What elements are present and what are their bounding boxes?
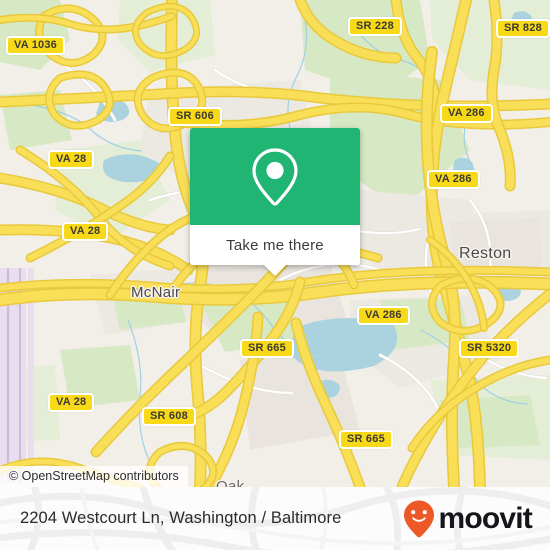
road-shield: VA 28 bbox=[48, 393, 95, 412]
popup-header bbox=[190, 128, 360, 225]
road-shield: SR 5320 bbox=[459, 339, 520, 358]
moovit-logo[interactable]: moovit bbox=[402, 499, 533, 539]
place-label-mcnair: McNair bbox=[131, 284, 181, 301]
road-shield: VA 28 bbox=[62, 222, 109, 241]
osm-attribution[interactable]: © OpenStreetMap contributors bbox=[0, 466, 188, 487]
place-label-oak: Oak bbox=[216, 478, 245, 487]
road-shield: SR 606 bbox=[168, 107, 222, 126]
moovit-pin-icon bbox=[404, 500, 435, 537]
road-shield: SR 665 bbox=[339, 430, 393, 449]
road-shield: SR 665 bbox=[240, 339, 294, 358]
road-shield: VA 286 bbox=[427, 170, 480, 189]
location-popup[interactable]: Take me there bbox=[190, 128, 360, 276]
moovit-wordmark: moovit bbox=[438, 501, 532, 535]
road-shield: SR 828 bbox=[496, 19, 550, 38]
road-shield: VA 286 bbox=[357, 306, 410, 325]
popup-pointer bbox=[263, 264, 287, 276]
road-shield: VA 286 bbox=[440, 104, 493, 123]
address-text: 2204 Westcourt Ln, Washington / Baltimor… bbox=[20, 509, 342, 527]
moovit-map-share-card: .land { fill:#f2efe9; } .green { fill:#d… bbox=[0, 0, 550, 550]
road-shield: VA 28 bbox=[48, 150, 95, 169]
road-shield: VA 1036 bbox=[6, 36, 65, 55]
road-shield: SR 228 bbox=[348, 17, 402, 36]
popup-footer[interactable]: Take me there bbox=[190, 225, 360, 265]
take-me-there-label: Take me there bbox=[226, 236, 324, 254]
road-shield: SR 608 bbox=[142, 407, 196, 426]
map-canvas[interactable]: .land { fill:#f2efe9; } .green { fill:#d… bbox=[0, 0, 550, 487]
footer-bar: 2204 Westcourt Ln, Washington / Baltimor… bbox=[0, 487, 550, 550]
footer-content: 2204 Westcourt Ln, Washington / Baltimor… bbox=[0, 487, 550, 550]
place-label-reston: Reston bbox=[459, 245, 512, 262]
map-pin-icon bbox=[252, 147, 298, 206]
